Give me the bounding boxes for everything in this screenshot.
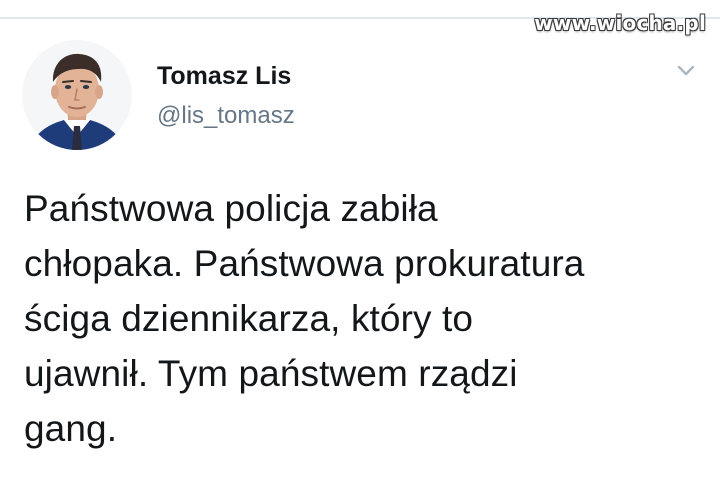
chevron-down-icon: [677, 65, 695, 76]
tweet-text-line: ściga dziennikarza, który to: [24, 298, 474, 339]
author-display-name[interactable]: Tomasz Lis: [157, 62, 291, 91]
profile-photo-icon: [22, 40, 132, 150]
tweet-text: Państwowa policja zabiła chłopaka. Państ…: [24, 181, 704, 456]
author-handle[interactable]: @lis_tomasz: [157, 102, 295, 130]
tweet-text-line: gang.: [24, 408, 118, 449]
avatar[interactable]: [22, 40, 132, 150]
tweet-menu-button[interactable]: [672, 58, 700, 82]
tweet-text-line: chłopaka. Państwowa prokuratura: [24, 243, 585, 284]
tweet-text-line: ujawnił. Tym państwem rządzi: [24, 353, 518, 394]
watermark: www.wiocha.pl: [534, 11, 706, 35]
tweet-text-line: Państwowa policja zabiła: [24, 188, 438, 229]
